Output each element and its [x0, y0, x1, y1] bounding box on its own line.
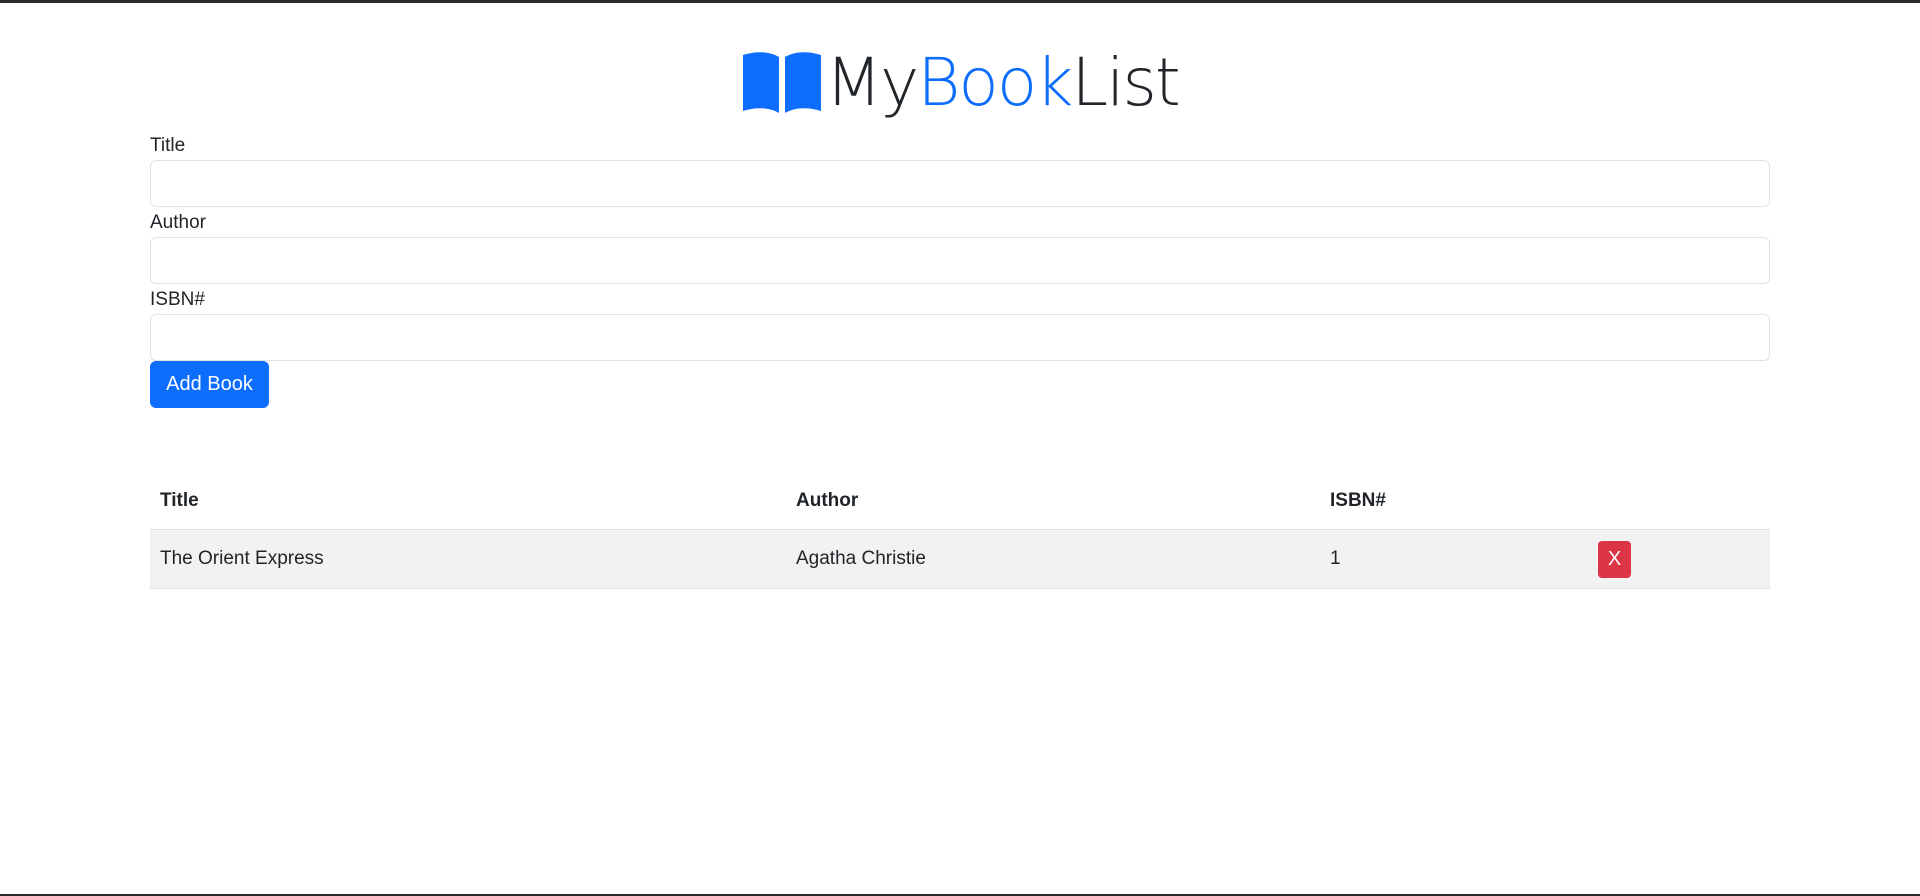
author-input[interactable] [150, 237, 1770, 284]
app-title: MyBookList [825, 50, 1181, 116]
title-label: Title [150, 135, 186, 156]
app-title-part-list: List [1071, 44, 1180, 121]
title-input[interactable] [150, 160, 1770, 207]
column-header-title: Title [150, 473, 786, 530]
column-header-isbn: ISBN# [1320, 473, 1588, 530]
book-list-table: Title Author ISBN# The Orient Express Ag… [150, 473, 1770, 589]
app-title-part-my: My [825, 44, 919, 121]
book-title-cell: The Orient Express [150, 529, 786, 589]
book-actions-cell: X [1588, 529, 1770, 589]
app-window: MyBookList Title Author ISBN# Add Book T… [0, 0, 1920, 896]
title-form-group: Title [150, 135, 1770, 207]
column-header-author: Author [786, 473, 1320, 530]
author-form-group: Author [150, 212, 1770, 284]
isbn-label: ISBN# [150, 289, 205, 310]
book-author-cell: Agatha Christie [786, 529, 1320, 589]
book-isbn-cell: 1 [1320, 529, 1588, 589]
table-header-row: Title Author ISBN# [150, 473, 1770, 530]
isbn-form-group: ISBN# [150, 289, 1770, 361]
isbn-input[interactable] [150, 314, 1770, 361]
delete-book-button[interactable]: X [1598, 540, 1631, 578]
column-header-actions [1588, 473, 1770, 530]
app-title-part-book: Book [917, 44, 1073, 121]
table-row: The Orient Express Agatha Christie 1 X [150, 529, 1770, 589]
add-book-button[interactable]: Add Book [150, 361, 269, 408]
brand-header: MyBookList [150, 43, 1770, 123]
book-open-icon [743, 52, 822, 113]
author-label: Author [150, 212, 206, 233]
